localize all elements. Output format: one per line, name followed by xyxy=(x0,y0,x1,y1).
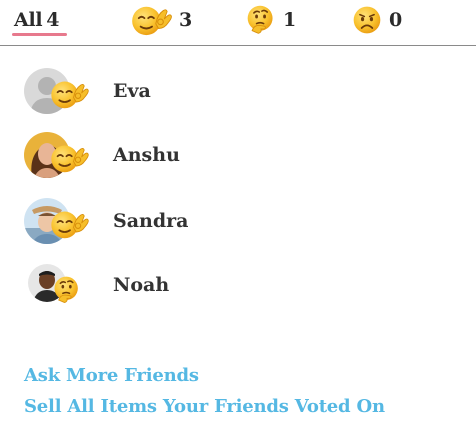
active-tab-indicator xyxy=(12,33,67,36)
avatar-group xyxy=(22,196,92,252)
thinking-emoji-icon xyxy=(245,3,277,37)
ok-hand-emoji-icon xyxy=(131,3,173,37)
friend-name: Eva xyxy=(113,80,151,102)
avatar-group xyxy=(22,260,92,316)
list-item[interactable]: Anshu xyxy=(0,130,476,186)
tab-ok-hand-count: 3 xyxy=(179,9,193,31)
friend-name: Noah xyxy=(113,274,170,296)
ok-hand-emoji-icon xyxy=(50,78,90,110)
tab-thinking-count: 1 xyxy=(283,9,297,31)
ok-hand-emoji-icon xyxy=(50,208,90,240)
list-item[interactable]: Sandra xyxy=(0,196,476,252)
tab-all-count: 4 xyxy=(46,9,60,31)
avatar-group xyxy=(22,66,92,122)
tab-ok-hand[interactable]: 3 xyxy=(131,0,192,40)
ok-hand-emoji-icon xyxy=(50,142,90,174)
tab-sad[interactable]: 0 xyxy=(351,0,402,40)
friend-name: Sandra xyxy=(113,210,189,232)
list-item[interactable]: Noah xyxy=(0,260,476,316)
tab-thinking[interactable]: 1 xyxy=(245,0,296,40)
sell-all-items-link[interactable]: Sell All Items Your Friends Voted On xyxy=(24,396,385,417)
list-item[interactable]: Eva xyxy=(0,66,476,122)
avatar-group xyxy=(22,130,92,186)
tabs-divider xyxy=(0,45,476,46)
sad-emoji-icon xyxy=(351,4,383,36)
thinking-emoji-icon xyxy=(52,274,82,306)
friend-name: Anshu xyxy=(113,144,180,166)
tab-sad-count: 0 xyxy=(389,9,403,31)
tab-all-label: All xyxy=(14,9,43,31)
reaction-tabs: All 4 3 1 0 xyxy=(0,0,476,46)
ask-more-friends-link[interactable]: Ask More Friends xyxy=(24,365,199,386)
